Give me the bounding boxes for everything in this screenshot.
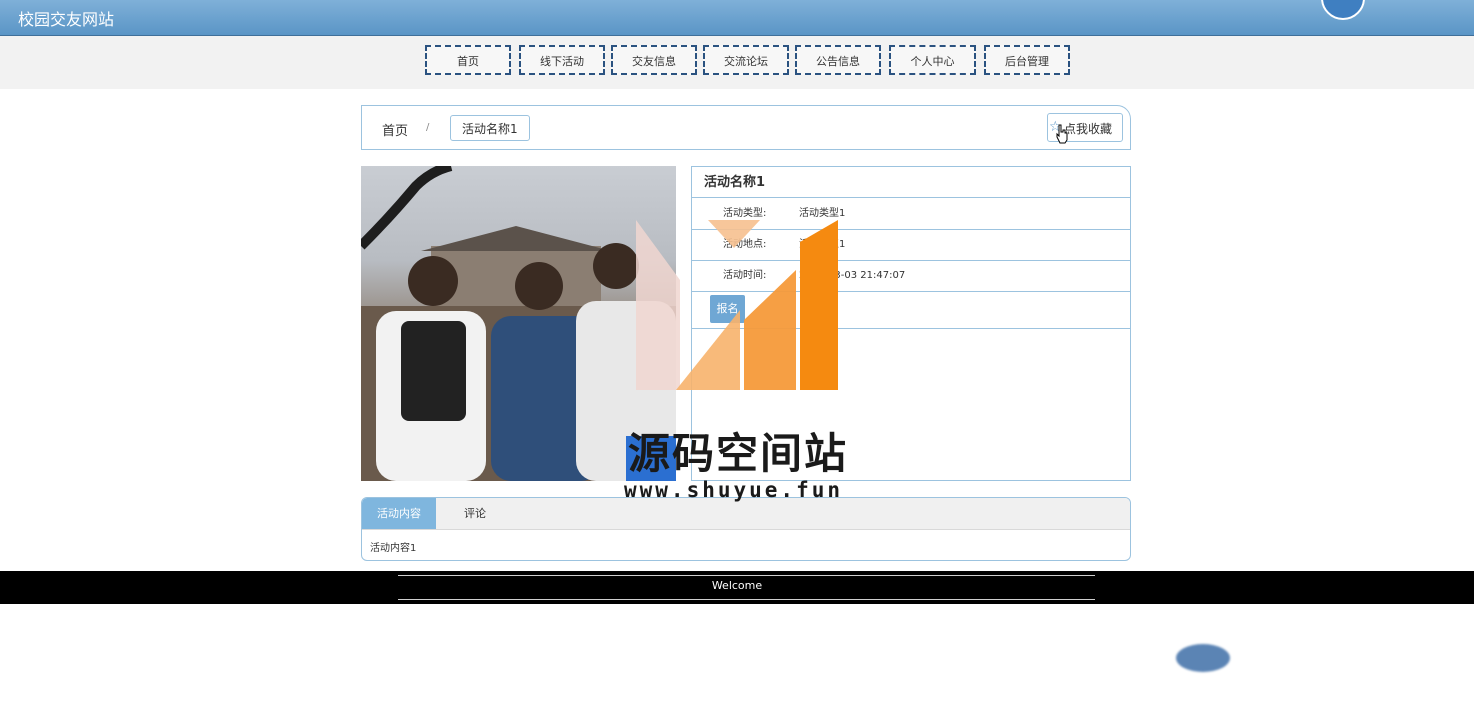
nav-item-admin[interactable]: 后台管理 [984,45,1070,75]
nav-item-personal-center[interactable]: 个人中心 [889,45,976,75]
detail-row-type: 活动类型: 活动类型1 [692,198,1130,230]
signup-button[interactable]: 报名 [710,295,745,323]
footer-welcome: Welcome [711,579,763,592]
hand-cursor-icon [1056,124,1068,144]
breadcrumb-separator: / [426,122,430,133]
detail-row-time: 活动时间: 2023-03-03 21:47:07 [692,260,1130,292]
breadcrumb-home[interactable]: 首页 [382,120,408,139]
detail-label: 活动类型: [723,208,767,219]
favorite-button-label: 点我收藏 [1064,122,1113,136]
detail-value: 活动地点1 [799,239,846,250]
detail-value: 活动类型1 [799,208,846,219]
footer-divider [398,599,1095,600]
site-title: 校园交友网站 [18,10,115,29]
footer: Welcome [0,571,1474,604]
nav-item-offline-activities[interactable]: 线下活动 [519,45,605,75]
tab-activity-content[interactable]: 活动内容 [362,498,436,529]
nav-item-home[interactable]: 首页 [425,45,511,75]
watermark-text: 源码空间站 [628,429,849,478]
nav-item-announcements[interactable]: 公告信息 [795,45,881,75]
tab-bar: 活动内容 评论 [362,498,1130,530]
signup-area: 报名 [692,291,1130,329]
breadcrumb: 首页 / 活动名称1 ☆ 点我收藏 [361,105,1131,150]
activity-title: 活动名称1 [692,167,1130,198]
main-nav: 首页 线下活动 交友信息 交流论坛 公告信息 个人中心 后台管理 [0,36,1474,89]
nav-item-dating-info[interactable]: 交友信息 [611,45,697,75]
content-tabs: 活动内容 评论 活动内容1 [361,497,1131,561]
tab-panel-text: 活动内容1 [370,543,417,554]
nav-item-forum[interactable]: 交流论坛 [703,45,789,75]
detail-label: 活动时间: [723,270,767,281]
detail-label: 活动地点: [723,239,767,250]
watermark-url: www.shuyue.fun [624,478,844,502]
detail-row-location: 活动地点: 活动地点1 [692,229,1130,261]
detail-value: 2023-03-03 21:47:07 [799,270,906,281]
footer-divider [398,575,1095,576]
breadcrumb-current: 活动名称1 [450,115,530,141]
decorative-blob [1176,644,1230,672]
tab-comments[interactable]: 评论 [450,498,500,529]
top-header: 校园交友网站 [0,0,1474,36]
avatar[interactable] [1321,0,1365,20]
